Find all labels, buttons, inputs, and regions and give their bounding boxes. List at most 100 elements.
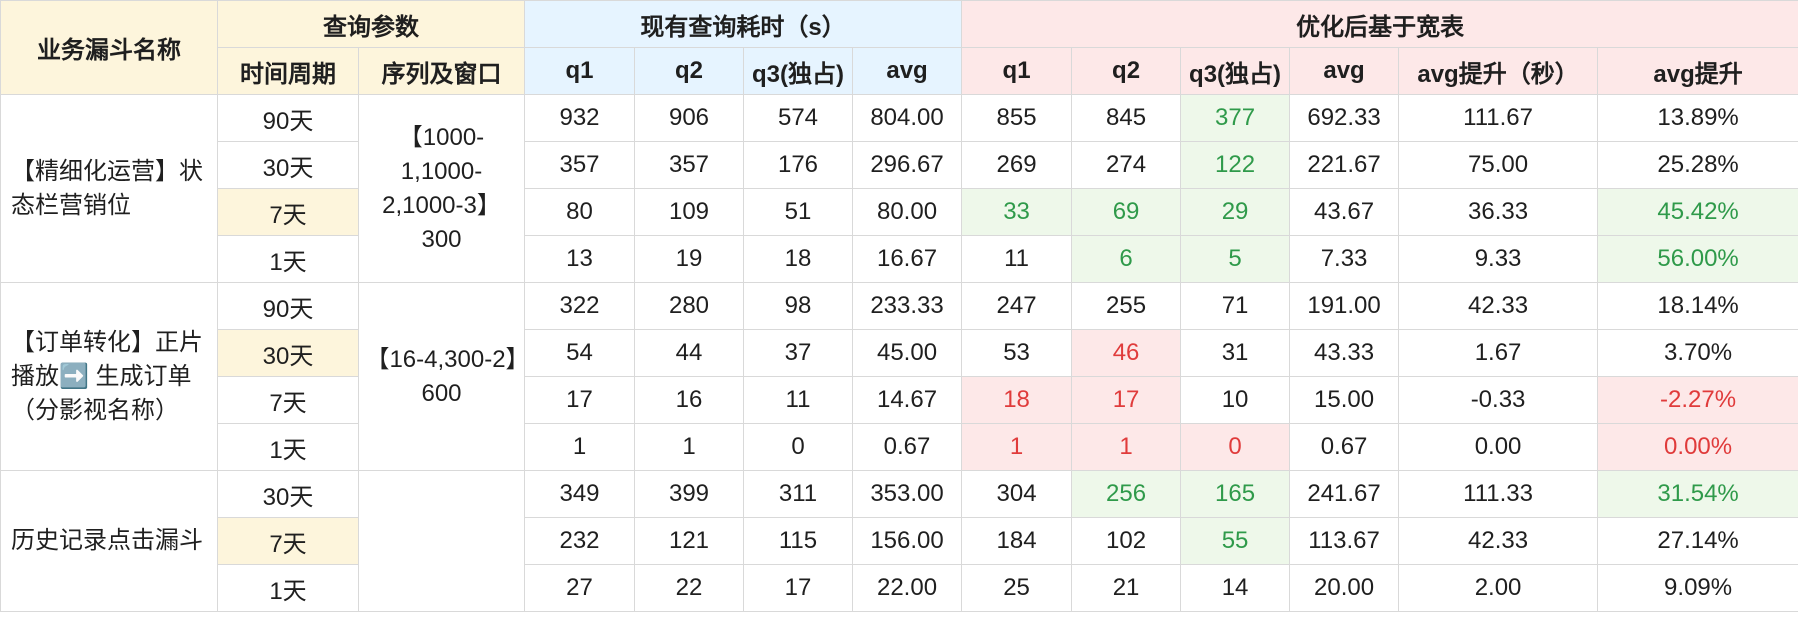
opt-gain-sec-cell: 36.33	[1398, 188, 1599, 236]
opt-q1-cell: 1	[961, 423, 1073, 471]
cur-avg-cell: 0.67	[851, 423, 963, 471]
cur-avg-cell: 156.00	[851, 517, 963, 565]
sequence-window-cell: 【1000-1,1000-2,1000-3】300	[358, 94, 525, 283]
header-current: 现有查询耗时（s）	[523, 0, 963, 48]
opt-q3-cell: 29	[1180, 188, 1291, 236]
opt-q2-cell: 6	[1071, 235, 1182, 283]
opt-q2-cell: 69	[1071, 188, 1182, 236]
opt-gain-sec-cell: 1.67	[1398, 329, 1599, 377]
table-row: 1天 27 22 17 22.00 25 21 14 20.00 2.00 9.…	[1, 564, 1798, 612]
table-row: 7天 17 16 11 14.67 18 17 10 15.00 -0.33 -…	[1, 376, 1798, 424]
cur-q2-cell: 16	[634, 376, 744, 424]
opt-gain-cell: 3.70%	[1597, 329, 1798, 377]
cur-avg-cell: 804.00	[851, 94, 963, 142]
cur-q2-cell: 109	[634, 188, 744, 236]
period-cell: 90天	[217, 282, 359, 330]
header-sequence-window: 序列及窗口	[358, 47, 525, 95]
period-cell: 1天	[217, 235, 359, 283]
period-cell: 1天	[217, 564, 359, 612]
opt-q1-cell: 33	[961, 188, 1073, 236]
opt-gain-cell: 13.89%	[1597, 94, 1798, 142]
cur-q1-cell: 349	[524, 470, 635, 518]
cur-q1-cell: 357	[524, 141, 635, 189]
opt-avg-cell: 43.33	[1289, 329, 1400, 377]
opt-gain-sec-cell: 2.00	[1398, 564, 1599, 612]
cur-q2-cell: 19	[634, 235, 744, 283]
header-cur-avg: avg	[851, 47, 963, 95]
header-opt-q2: q2	[1071, 47, 1182, 95]
cur-q1-cell: 13	[524, 235, 635, 283]
cur-q3-cell: 115	[743, 517, 853, 565]
cur-q2-cell: 121	[634, 517, 744, 565]
opt-q1-cell: 184	[961, 517, 1073, 565]
opt-gain-sec-cell: 0.00	[1398, 423, 1599, 471]
period-cell: 30天	[217, 329, 359, 377]
opt-q3-cell: 0	[1180, 423, 1291, 471]
table-row: 【订单转化】正片播放➡️ 生成订单（分影视名称） 90天 【16-4,300-2…	[0, 282, 1798, 471]
opt-gain-sec-cell: 75.00	[1398, 141, 1599, 189]
period-cell: 30天	[217, 141, 359, 189]
opt-gain-cell: 31.54%	[1597, 470, 1798, 518]
opt-gain-cell: 18.14%	[1597, 282, 1798, 330]
cur-q3-cell: 18	[743, 235, 853, 283]
period-cell: 7天	[217, 376, 359, 424]
table-row: 1天 13 19 18 16.67 11 6 5 7.33 9.33 56.00…	[1, 235, 1798, 283]
table-row: 历史记录点击漏斗 30天 349 399 311 353.00 304 256 …	[0, 470, 1798, 612]
cur-q2-cell: 280	[634, 282, 744, 330]
opt-avg-cell: 241.67	[1289, 470, 1400, 518]
opt-q2-cell: 274	[1071, 141, 1182, 189]
header-row-2: 时间周期 序列及窗口 q1 q2 q3(独占) avg q1 q2 q3(独占)…	[1, 47, 1798, 95]
opt-q2-cell: 46	[1071, 329, 1182, 377]
opt-gain-cell: -2.27%	[1597, 376, 1798, 424]
sequence-window-cell	[358, 470, 525, 612]
opt-gain-cell: 25.28%	[1597, 141, 1798, 189]
opt-q3-cell: 122	[1180, 141, 1291, 189]
cur-q1-cell: 1	[524, 423, 635, 471]
header-query-params: 查询参数	[217, 0, 525, 48]
benchmark-table: 业务漏斗名称 查询参数 现有查询耗时（s） 优化后基于宽表 时间周期 序列及窗口…	[0, 0, 1798, 612]
opt-avg-cell: 43.67	[1289, 188, 1400, 236]
cur-q2-cell: 22	[634, 564, 744, 612]
opt-q2-cell: 256	[1071, 470, 1182, 518]
header-period: 时间周期	[217, 47, 359, 95]
cur-q1-cell: 80	[524, 188, 635, 236]
table-row: 30天 54 44 37 45.00 53 46 31 43.33 1.67 3…	[1, 329, 1798, 377]
cur-q3-cell: 51	[743, 188, 853, 236]
header-opt-avg: avg	[1289, 47, 1400, 95]
opt-q3-cell: 165	[1180, 470, 1291, 518]
table-row: 30天 357 357 176 296.67 269 274 122 221.6…	[1, 141, 1798, 189]
cur-q2-cell: 44	[634, 329, 744, 377]
opt-q1-cell: 269	[961, 141, 1073, 189]
opt-gain-sec-cell: -0.33	[1398, 376, 1599, 424]
cur-q1-cell: 54	[524, 329, 635, 377]
cur-q1-cell: 17	[524, 376, 635, 424]
period-cell: 1天	[217, 423, 359, 471]
opt-q3-cell: 55	[1180, 517, 1291, 565]
table-row: 【精细化运营】状态栏营销位 90天 【1000-1,1000-2,1000-3】…	[0, 94, 1798, 283]
opt-gain-sec-cell: 9.33	[1398, 235, 1599, 283]
opt-q3-cell: 14	[1180, 564, 1291, 612]
table-row: 1天 1 1 0 0.67 1 1 0 0.67 0.00 0.00%	[1, 423, 1798, 471]
cur-q3-cell: 37	[743, 329, 853, 377]
opt-q2-cell: 1	[1071, 423, 1182, 471]
header-row-1: 业务漏斗名称 查询参数 现有查询耗时（s） 优化后基于宽表	[0, 0, 1798, 95]
header-optimized: 优化后基于宽表	[961, 0, 1798, 48]
header-cur-q3: q3(独占)	[743, 47, 853, 95]
opt-avg-cell: 692.33	[1289, 94, 1400, 142]
header-opt-avg-gain: avg提升	[1597, 47, 1798, 95]
opt-q2-cell: 255	[1071, 282, 1182, 330]
cur-q2-cell: 399	[634, 470, 744, 518]
header-business: 业务漏斗名称	[0, 0, 218, 95]
cur-avg-cell: 22.00	[851, 564, 963, 612]
opt-avg-cell: 191.00	[1289, 282, 1400, 330]
opt-q1-cell: 247	[961, 282, 1073, 330]
opt-q3-cell: 5	[1180, 235, 1291, 283]
opt-q1-cell: 11	[961, 235, 1073, 283]
cur-avg-cell: 14.67	[851, 376, 963, 424]
cur-avg-cell: 16.67	[851, 235, 963, 283]
header-cur-q1: q1	[524, 47, 635, 95]
header-opt-q3: q3(独占)	[1180, 47, 1291, 95]
opt-avg-cell: 0.67	[1289, 423, 1400, 471]
sequence-window-cell: 【16-4,300-2】600	[358, 282, 525, 471]
funnel-name: 历史记录点击漏斗	[0, 470, 218, 612]
